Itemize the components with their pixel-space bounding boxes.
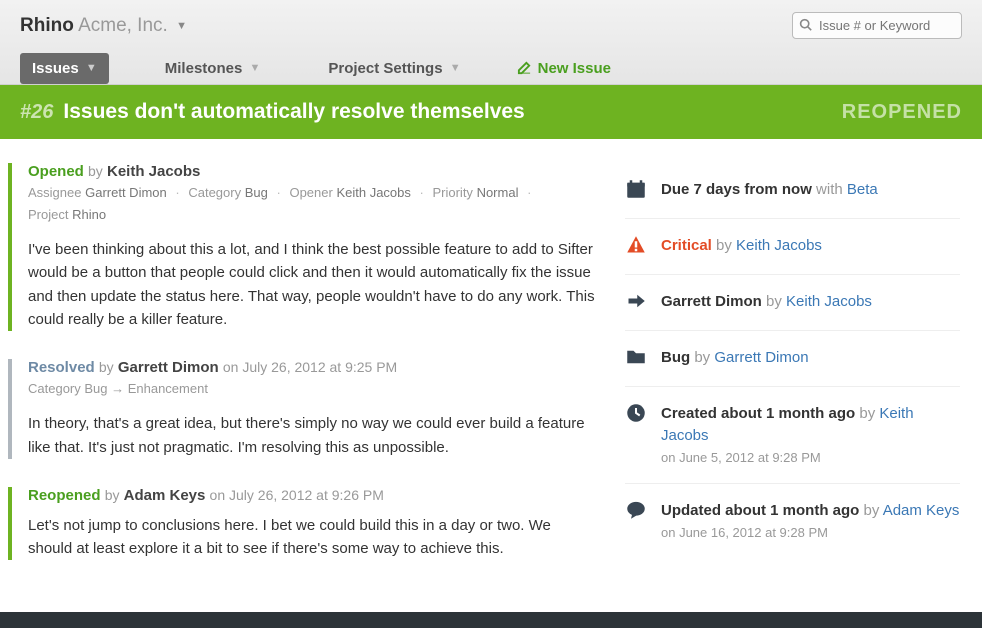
comment-meta: Assignee Garrett Dimon · Category Bug · … [28,182,595,226]
new-issue-button[interactable]: New Issue [517,60,611,77]
sidebar: Due 7 days from now with Beta Critical b… [617,139,982,612]
category-label: Bug [661,349,690,366]
priority-label: Critical [661,237,712,254]
created-text: Created about 1 month ago [661,405,855,422]
comments-column: Opened by Keith Jacobs Assignee Garrett … [0,139,617,612]
chevron-down-icon: ▼ [249,62,260,74]
comment-resolved: Resolved by Garrett Dimon on July 26, 20… [8,359,617,459]
by-text: by [99,359,114,375]
sidebar-priority: Critical by Keith Jacobs [625,219,960,275]
user-link[interactable]: Adam Keys [883,502,960,519]
title-bar: #26 Issues don't automatically resolve t… [0,85,982,139]
updated-date: on June 16, 2012 at 9:28 PM [661,524,960,543]
comment-author[interactable]: Adam Keys [124,487,206,504]
updated-text: Updated about 1 month ago [661,502,859,519]
tab-label: Milestones [165,60,243,77]
by-text: by [88,163,103,179]
tab-issues[interactable]: Issues ▼ [20,53,109,84]
user-link[interactable]: Keith Jacobs [736,237,822,254]
comment-author[interactable]: Garrett Dimon [118,359,219,376]
folder-icon [625,347,647,370]
assignee-name: Garrett Dimon [661,293,762,310]
created-date: on June 5, 2012 at 9:28 PM [661,449,960,468]
nav-tabs: Issues ▼ Milestones ▼ Project Settings ▼… [20,53,962,84]
issue-number: #26 [20,101,53,124]
comment-author[interactable]: Keith Jacobs [107,163,200,180]
search-icon [799,17,812,32]
comment-body: Let's not jump to conclusions here. I be… [28,514,595,561]
comment-body: I've been thinking about this a lot, and… [28,238,595,331]
clock-icon [625,403,647,426]
by-text: by [105,487,120,503]
search-wrap [792,12,962,39]
new-issue-label: New Issue [538,60,611,77]
header: Rhino Acme, Inc. ▼ Issues ▼ Milestones ▼ [0,0,982,85]
tab-milestones[interactable]: Milestones ▼ [153,53,273,84]
breadcrumb[interactable]: Rhino Acme, Inc. ▼ [20,15,187,37]
comment-date: on July 26, 2012 at 9:25 PM [223,359,397,375]
chevron-down-icon: ▼ [86,62,97,74]
user-link[interactable]: Garrett Dimon [714,349,808,366]
tab-label: Project Settings [328,60,442,77]
warning-icon [625,235,647,258]
comment-opened: Opened by Keith Jacobs Assignee Garrett … [8,163,617,331]
comment-header: Reopened by Adam Keys on July 26, 2012 a… [28,487,595,504]
search-input[interactable] [792,12,962,39]
comment-status: Resolved [28,359,95,376]
issue-title: Issues don't automatically resolve thems… [63,100,524,124]
chevron-down-icon: ▼ [176,20,187,32]
comment-date: on July 26, 2012 at 9:26 PM [210,487,384,503]
comment-change: Category Bug → Enhancement [28,378,595,400]
comment-status: Opened [28,163,84,180]
comment-body: In theory, that's a great idea, but ther… [28,412,595,459]
org-name: Acme, Inc. [78,15,168,36]
milestone-link[interactable]: Beta [847,181,878,198]
sidebar-updated: Updated about 1 month ago by Adam Keys o… [625,484,960,559]
issue-status: REOPENED [842,101,962,124]
sidebar-category: Bug by Garrett Dimon [625,331,960,387]
comment-reopened: Reopened by Adam Keys on July 26, 2012 a… [8,487,617,561]
comment-status: Reopened [28,487,101,504]
sidebar-assignee: Garrett Dimon by Keith Jacobs [625,275,960,331]
user-link[interactable]: Keith Jacobs [786,293,872,310]
due-text: Due 7 days from now [661,181,812,198]
comment-header: Resolved by Garrett Dimon on July 26, 20… [28,359,595,376]
edit-icon [517,60,532,77]
calendar-icon [625,179,647,202]
project-name: Rhino [20,15,74,36]
sidebar-created: Created about 1 month ago by Keith Jacob… [625,387,960,484]
arrow-right-icon [625,291,647,314]
tab-project-settings[interactable]: Project Settings ▼ [316,53,472,84]
tab-label: Issues [32,60,79,77]
comment-header: Opened by Keith Jacobs [28,163,595,180]
chevron-down-icon: ▼ [450,62,461,74]
speech-bubble-icon [625,500,647,523]
sidebar-due: Due 7 days from now with Beta [625,163,960,219]
